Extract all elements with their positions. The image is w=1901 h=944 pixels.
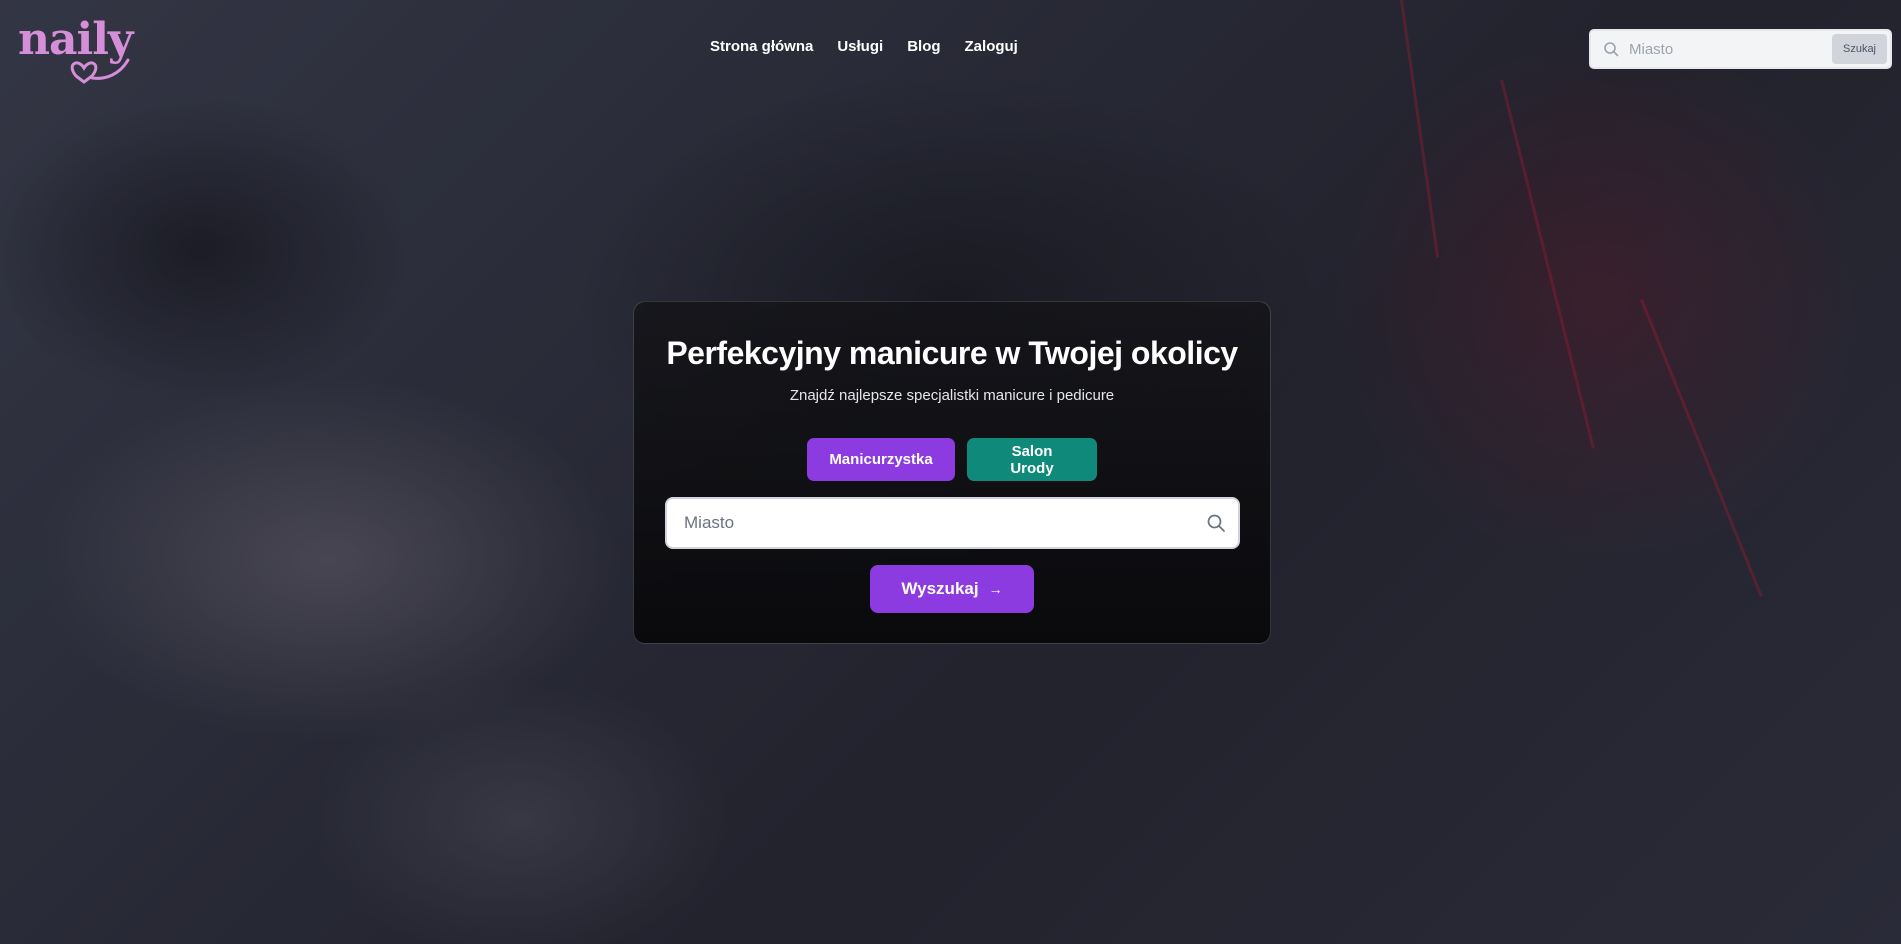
nav-login[interactable]: Zaloguj [965,38,1018,55]
nav-services[interactable]: Usługi [837,38,883,55]
hero-title: Perfekcyjny manicure w Twojej okolicy [666,335,1238,371]
nav-home[interactable]: Strona główna [710,38,813,55]
arrow-right-icon: → [988,581,1003,597]
header-search-input[interactable] [1629,40,1829,58]
header-search-button[interactable]: Szukaj [1832,34,1887,64]
beauty-salon-button[interactable]: Salon Urody [967,438,1097,481]
heart-icon [70,58,130,84]
header-search: Szukaj [1589,29,1892,69]
hero-subtitle: Znajdź najlepsze specjalistki manicure i… [789,387,1115,404]
main-nav: Strona główna Usługi Blog Zaloguj [710,38,1018,55]
manicurist-button[interactable]: Manicurzystka [807,438,955,481]
nav-blog[interactable]: Blog [907,38,940,55]
search-submit-label: Wyszukaj [901,579,979,598]
search-card: Perfekcyjny manicure w Twojej okolicy Zn… [633,301,1271,644]
city-search-input[interactable] [684,513,1184,533]
logo[interactable]: naily [18,12,138,84]
type-selector: Manicurzystka Salon Urody [634,438,1270,481]
search-icon [1604,42,1619,57]
search-submit-button[interactable]: Wyszukaj → [870,565,1034,613]
site-header: naily Strona główna Usługi Blog Zaloguj … [0,0,1901,98]
search-icon [1207,514,1225,532]
city-search [665,497,1240,549]
